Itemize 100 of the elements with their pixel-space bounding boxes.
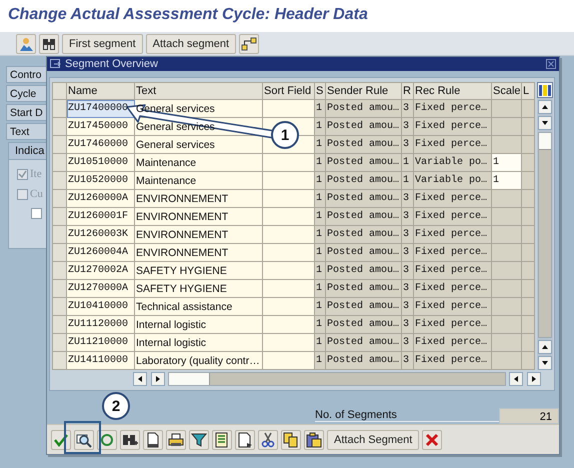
column-header[interactable]: Rec Rule [414, 82, 492, 100]
person-button[interactable] [16, 34, 36, 54]
side-tab[interactable]: Text [6, 123, 46, 140]
table-cell [262, 298, 314, 316]
table-cell: Posted amou… [326, 100, 402, 118]
column-header[interactable]: S [314, 82, 326, 100]
scroll-left-button[interactable] [509, 372, 523, 386]
table-cell: Maintenance [134, 154, 262, 172]
table-cell: Fixed perce… [414, 226, 492, 244]
table-cell[interactable]: ZU11120000 [66, 316, 134, 334]
side-tab[interactable]: Contro [6, 66, 46, 83]
paste-button[interactable] [304, 430, 324, 450]
table-cell: Internal logistic [134, 316, 262, 334]
table-cell: ENVIRONNEMENT [134, 208, 262, 226]
confirm-button[interactable] [51, 430, 71, 450]
table-cell: Posted amou… [326, 244, 402, 262]
table-cell[interactable]: ZU17460000 [66, 136, 134, 154]
table-cell: Posted amou… [326, 262, 402, 280]
scrollbar-thumb[interactable] [169, 373, 210, 385]
side-tab[interactable]: Cycle [6, 85, 46, 102]
input-field[interactable]: 1 [492, 154, 522, 172]
scroll-down-button[interactable] [538, 116, 552, 130]
hierarchy-icon [241, 36, 258, 52]
cut-button[interactable] [258, 430, 278, 450]
table-cell [262, 226, 314, 244]
table-cell[interactable]: ZU10510000 [66, 154, 134, 172]
list-button[interactable] [212, 430, 232, 450]
table-cell: Fixed perce… [414, 262, 492, 280]
export-button[interactable] [235, 430, 255, 450]
close-icon[interactable] [546, 59, 556, 69]
window-icon [50, 59, 61, 69]
column-header[interactable]: Name [66, 82, 134, 100]
hierarchy-button[interactable] [239, 34, 260, 54]
arrow-right-icon [530, 375, 538, 383]
highlight-frame [64, 421, 101, 454]
group-title: Indica [9, 143, 46, 160]
scrollbar-thumb[interactable] [539, 133, 551, 150]
table-cell[interactable]: ZU14110000 [66, 352, 134, 370]
table-cell[interactable]: ZU10410000 [66, 298, 134, 316]
scroll-right-button[interactable] [151, 372, 165, 386]
table-cell[interactable]: ZU1260001F [66, 208, 134, 226]
table-cell: Technical assistance [134, 298, 262, 316]
table-cell[interactable]: ZU17450000 [66, 118, 134, 136]
details-button[interactable] [74, 430, 94, 450]
table-cell: Laboratory (quality contr… [134, 352, 262, 370]
table-cell [492, 226, 522, 244]
scroll-right-button[interactable] [527, 372, 541, 386]
checkbox-label: Ite [30, 168, 42, 180]
checkbox[interactable] [31, 208, 42, 219]
table-cell[interactable]: ZU10520000 [66, 172, 134, 190]
scroll-up-button[interactable] [538, 340, 552, 354]
table-cell: Fixed perce… [414, 136, 492, 154]
table-cell [262, 154, 314, 172]
input-field[interactable]: 1 [492, 172, 522, 190]
scroll-up-button[interactable] [538, 100, 552, 114]
table-cell: Posted amou… [326, 316, 402, 334]
column-header[interactable]: Scale [492, 82, 522, 100]
checkbox-label: Cu [30, 188, 43, 200]
column-settings-icon[interactable] [537, 82, 553, 98]
refresh-button[interactable] [97, 430, 117, 450]
filter-button[interactable] [189, 430, 209, 450]
print-button[interactable] [166, 430, 186, 450]
toolbar-button[interactable]: Attach segment [146, 34, 236, 54]
column-header[interactable]: Sender Rule [326, 82, 402, 100]
table-cell[interactable]: ZU1260000A [66, 190, 134, 208]
table-cell: Posted amou… [326, 118, 402, 136]
table-cell [492, 352, 522, 370]
find-next-button[interactable] [120, 430, 140, 450]
clipboard-icon [306, 432, 322, 448]
column-header[interactable]: L [522, 82, 534, 100]
side-tab[interactable]: Start D [6, 104, 46, 121]
table-cell: Fixed perce… [414, 118, 492, 136]
scroll-left-button[interactable] [133, 372, 147, 386]
table-cell: Fixed perce… [414, 298, 492, 316]
cancel-button[interactable] [422, 430, 442, 450]
page-button[interactable] [143, 430, 163, 450]
table-cell: SAFETY HYGIENE [134, 262, 262, 280]
table-cell[interactable]: ZU1260003K [66, 226, 134, 244]
find-button[interactable] [39, 34, 59, 54]
column-header[interactable]: Text [134, 82, 262, 100]
scroll-down-button[interactable] [538, 356, 552, 370]
table-cell [492, 136, 522, 154]
filter-icon [191, 432, 207, 448]
column-header[interactable]: R [402, 82, 414, 100]
attach-segment-button[interactable]: Attach Segment [327, 430, 420, 450]
column-header[interactable]: Sort Field [262, 82, 314, 100]
table-cell[interactable]: ZU1260004A [66, 244, 134, 262]
table-cell [492, 316, 522, 334]
table-cell [262, 208, 314, 226]
copy-button[interactable] [281, 430, 301, 450]
table-cell[interactable]: ZU1270000A [66, 280, 134, 298]
table-cell: Fixed perce… [414, 280, 492, 298]
toolbar-button[interactable]: First segment [62, 34, 143, 54]
table-cell: Posted amou… [326, 136, 402, 154]
table-cell[interactable]: ZU11210000 [66, 334, 134, 352]
table-cell [262, 352, 314, 370]
table-cell[interactable]: ZU1270002A [66, 262, 134, 280]
table-cell: Fixed perce… [414, 208, 492, 226]
table-cell [492, 298, 522, 316]
page-icon [145, 432, 161, 448]
